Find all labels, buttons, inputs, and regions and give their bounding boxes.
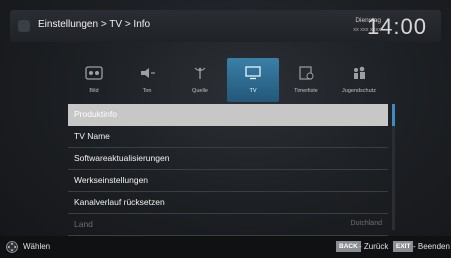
tv-menu-screen: Einstellungen > TV > Info Dienstag xx xx… [0,0,451,258]
menu-item-land: Land Dutchland [68,214,388,236]
breadcrumb: Einstellungen > TV > Info [38,19,151,30]
navigation-pad-icon [6,241,18,253]
header-bar: Einstellungen > TV > Info Dienstag xx xx… [10,10,441,42]
menu-item-tv-name[interactable]: TV Name [68,126,388,148]
tab-label: Timerliste [294,88,318,94]
select-hint: Wählen [23,242,51,251]
exit-hint: - Beenden [413,242,450,251]
menu-item-label: TV Name [74,131,110,141]
exit-key[interactable]: EXIT [393,241,414,252]
category-tabs: Bild Ton Quelle TV Timerliste Jugendschu… [68,58,388,102]
scrollbar-thumb[interactable] [392,104,395,126]
tab-label: Ton [142,88,152,94]
info-menu-list: Produktinfo TV Name Softwareaktualisieru… [68,104,388,236]
menu-item-label: Produktinfo [74,109,117,119]
tab-label: TV [249,88,257,94]
back-key[interactable]: BACK [336,241,361,252]
tab-timerliste[interactable]: Timerliste [280,58,332,102]
settings-icon [18,20,30,32]
tab-label: Bild [89,88,99,94]
menu-item-value: Dutchland [350,220,382,227]
parental-lock-icon [354,66,365,79]
tab-bild[interactable]: Bild [68,58,120,102]
menu-item-label: Land [74,219,93,229]
tab-jugendschutz[interactable]: Jugendschutz [333,58,385,102]
menu-item-label: Kanalverlauf rücksetzen [74,197,165,207]
antenna-icon [194,67,206,79]
timer-list-icon [299,66,314,80]
speaker-icon [141,68,155,78]
tab-label: Jugendschutz [342,88,376,94]
menu-item-label: Werkseinstellungen [74,175,149,185]
tab-quelle[interactable]: Quelle [174,58,226,102]
menu-item-werkseinstellungen[interactable]: Werkseinstellungen [68,170,388,192]
back-hint: - Zurück [359,242,389,251]
menu-item-label: Softwareaktualisierungen [74,153,170,163]
tab-label: Quelle [192,88,208,94]
clock: 14:00 [366,14,427,39]
tab-tv[interactable]: TV [227,58,279,102]
menu-item-produktinfo[interactable]: Produktinfo [68,104,388,126]
picture-icon [85,66,103,80]
menu-scrollbar[interactable] [392,104,395,230]
menu-item-kanalverlauf-ruecksetzen[interactable]: Kanalverlauf rücksetzen [68,192,388,214]
menu-item-softwareaktualisierungen[interactable]: Softwareaktualisierungen [68,148,388,170]
footer-bar: Wählen BACK - Zurück EXIT - Beenden [0,236,451,258]
tab-ton[interactable]: Ton [121,58,173,102]
tv-icon [245,66,261,80]
